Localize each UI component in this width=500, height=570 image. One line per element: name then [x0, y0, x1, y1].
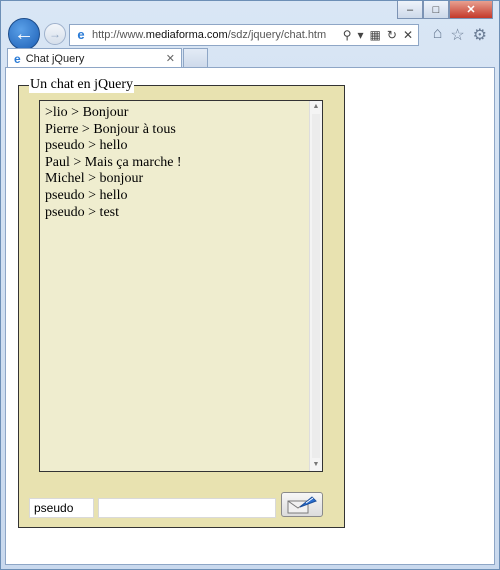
- maximize-button[interactable]: □: [423, 1, 449, 19]
- chat-message: pseudo > hello: [45, 138, 128, 154]
- back-arrow-icon: ←: [14, 22, 34, 45]
- browser-window: – □ ✕ ← → e http://www.mediaforma.com/sd…: [0, 0, 500, 570]
- address-bar[interactable]: e http://www.mediaforma.com/sdz/jquery/c…: [69, 24, 419, 46]
- chat-message: pseudo > test: [45, 204, 119, 220]
- chat-message: pseudo > hello: [45, 187, 128, 203]
- chat-legend: Un chat en jQuery: [29, 77, 135, 93]
- window-controls: – □ ✕: [397, 1, 493, 19]
- close-tab-icon[interactable]: ✕: [166, 52, 175, 65]
- chat-messages: >lio > Bonjour Pierre > Bonjour à tous pse…: [45, 105, 306, 221]
- scroll-down-icon[interactable]: ▼: [310, 459, 322, 471]
- scroll-track[interactable]: [312, 114, 320, 458]
- address-tools: ⚲ ▾ ▦ ↻ ✕: [343, 28, 418, 42]
- chat-message: Pierre > Bonjour à tous: [45, 121, 176, 137]
- browser-toolbar-icons: ⌂ ☆ ⚙: [433, 25, 487, 45]
- compat-view-icon[interactable]: ▦: [370, 28, 381, 42]
- favorites-star-icon[interactable]: ☆: [450, 25, 464, 45]
- tab-title: Chat jQuery: [25, 52, 85, 65]
- message-input[interactable]: [98, 498, 276, 518]
- page-viewport: Un chat en jQuery >lio > Bonjour Pierre >…: [5, 67, 495, 565]
- url-prefix: http://www.: [92, 29, 146, 41]
- stop-icon[interactable]: ✕: [403, 28, 413, 42]
- url-text[interactable]: http://www.mediaforma.com/sdz/jquery/cha…: [92, 29, 343, 41]
- chat-log[interactable]: >lio > Bonjour Pierre > Bonjour à tous pse…: [39, 100, 323, 472]
- chat-fieldset: Un chat en jQuery >lio > Bonjour Pierre >…: [18, 77, 345, 528]
- url-domain: mediaforma.com: [145, 29, 228, 41]
- url-path: /sdz/jquery/chat.htm: [227, 29, 327, 41]
- tab-chat-jquery[interactable]: e Chat jQuery ✕: [7, 48, 182, 68]
- search-icon[interactable]: ⚲: [343, 28, 352, 42]
- back-button[interactable]: ←: [8, 18, 40, 50]
- send-mail-icon: [287, 495, 317, 513]
- ie-page-icon: e: [77, 27, 85, 42]
- chat-message: Michel > bonjour: [45, 171, 144, 187]
- scroll-up-icon[interactable]: ▲: [310, 101, 322, 113]
- forward-button[interactable]: →: [44, 23, 66, 45]
- chat-message: Paul > Mais ça marche !: [45, 154, 182, 170]
- chat-scrollbar[interactable]: ▲ ▼: [309, 101, 322, 471]
- close-window-button[interactable]: ✕: [449, 1, 493, 19]
- chat-message: >lio > Bonjour: [45, 105, 129, 120]
- forward-arrow-icon: →: [49, 27, 61, 41]
- dropdown-icon[interactable]: ▾: [358, 28, 364, 42]
- settings-gear-icon[interactable]: ⚙: [473, 25, 487, 45]
- home-icon[interactable]: ⌂: [433, 25, 443, 45]
- minimize-button[interactable]: –: [397, 1, 423, 19]
- new-tab-button[interactable]: [183, 48, 208, 68]
- ie-tab-icon: e: [14, 51, 21, 66]
- send-button[interactable]: [281, 492, 323, 517]
- refresh-icon[interactable]: ↻: [387, 28, 397, 42]
- pseudo-input[interactable]: [29, 498, 94, 518]
